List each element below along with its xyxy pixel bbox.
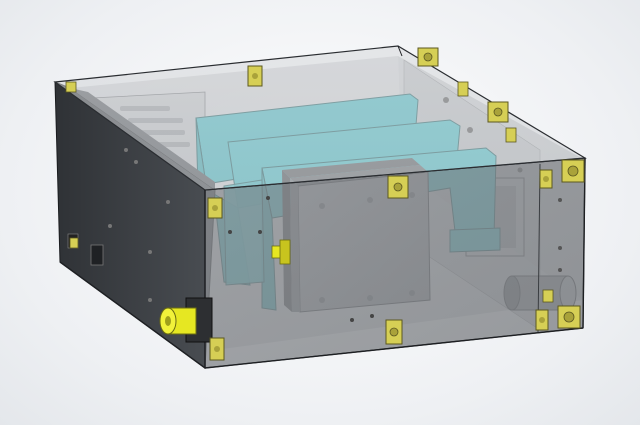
clip-left-small (69, 237, 79, 249)
clip-top-back (417, 47, 439, 67)
clip-front-left-top (207, 197, 223, 219)
clip-front-low-right (542, 289, 554, 303)
clip-right-low (505, 127, 517, 143)
enclosure-render[interactable] (0, 0, 640, 425)
clip-top-left (247, 65, 263, 87)
clip-front-mid-bottom (385, 319, 403, 345)
cad-viewport[interactable] (0, 0, 640, 425)
clip-front-mid-top (387, 175, 409, 199)
clip-front-right-mid (539, 169, 553, 189)
clip-front-right-top (561, 159, 585, 183)
clip-front-left-bottom (209, 337, 225, 361)
clip-right-top (487, 101, 509, 123)
clip-front-right-bottom-inner (535, 309, 549, 331)
clip-right-mid (457, 81, 469, 97)
clip-back-left (65, 81, 77, 93)
clip-front-right-bottom (557, 305, 581, 329)
